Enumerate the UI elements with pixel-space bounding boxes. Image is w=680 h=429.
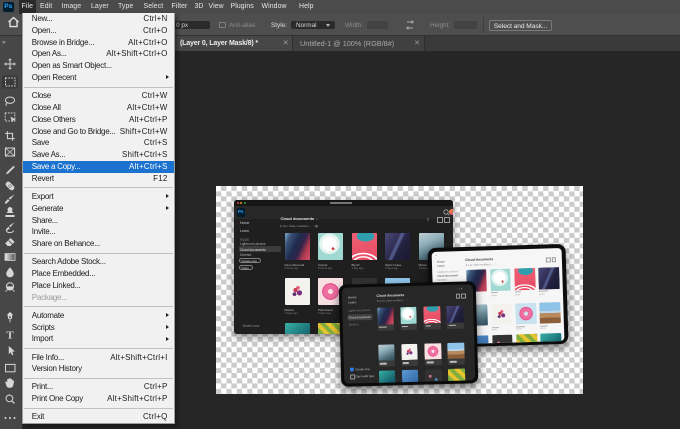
svg-text:»: » xyxy=(2,39,6,46)
svg-text:T: T xyxy=(6,330,14,342)
